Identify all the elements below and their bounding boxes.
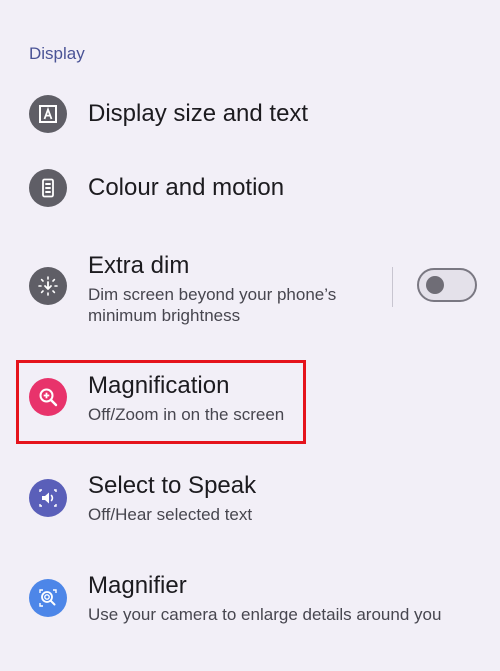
section-header-display: Display [29, 44, 85, 63]
setting-colour-and-motion[interactable]: Colour and motion [0, 164, 500, 214]
setting-subtitle: Use your camera to enlarge details aroun… [88, 605, 442, 624]
speaker-icon [29, 479, 67, 517]
setting-title: Colour and motion [88, 174, 285, 201]
text-size-icon [29, 95, 67, 133]
setting-subtitle: Dim screen beyond your phone’s [88, 285, 337, 304]
setting-title: Magnifier [88, 572, 187, 599]
brightness-icon [29, 267, 67, 305]
highlight-box [16, 360, 306, 444]
divider [392, 267, 393, 307]
setting-display-size-and-text[interactable]: Display size and text [0, 90, 500, 140]
setting-title: Display size and text [88, 100, 309, 127]
setting-magnifier[interactable]: Magnifier Use your camera to enlarge det… [0, 568, 500, 638]
setting-title: Extra dim [88, 252, 190, 279]
setting-select-to-speak[interactable]: Select to Speak Off/Hear selected text [0, 468, 500, 538]
phone-color-icon [29, 169, 67, 207]
toggle-knob [426, 276, 444, 294]
magnifier-icon [29, 579, 67, 617]
setting-subtitle: minimum brightness [88, 306, 241, 325]
setting-title: Select to Speak [88, 472, 257, 499]
setting-subtitle: Off/Hear selected text [88, 505, 253, 524]
extra-dim-toggle[interactable] [417, 268, 477, 302]
